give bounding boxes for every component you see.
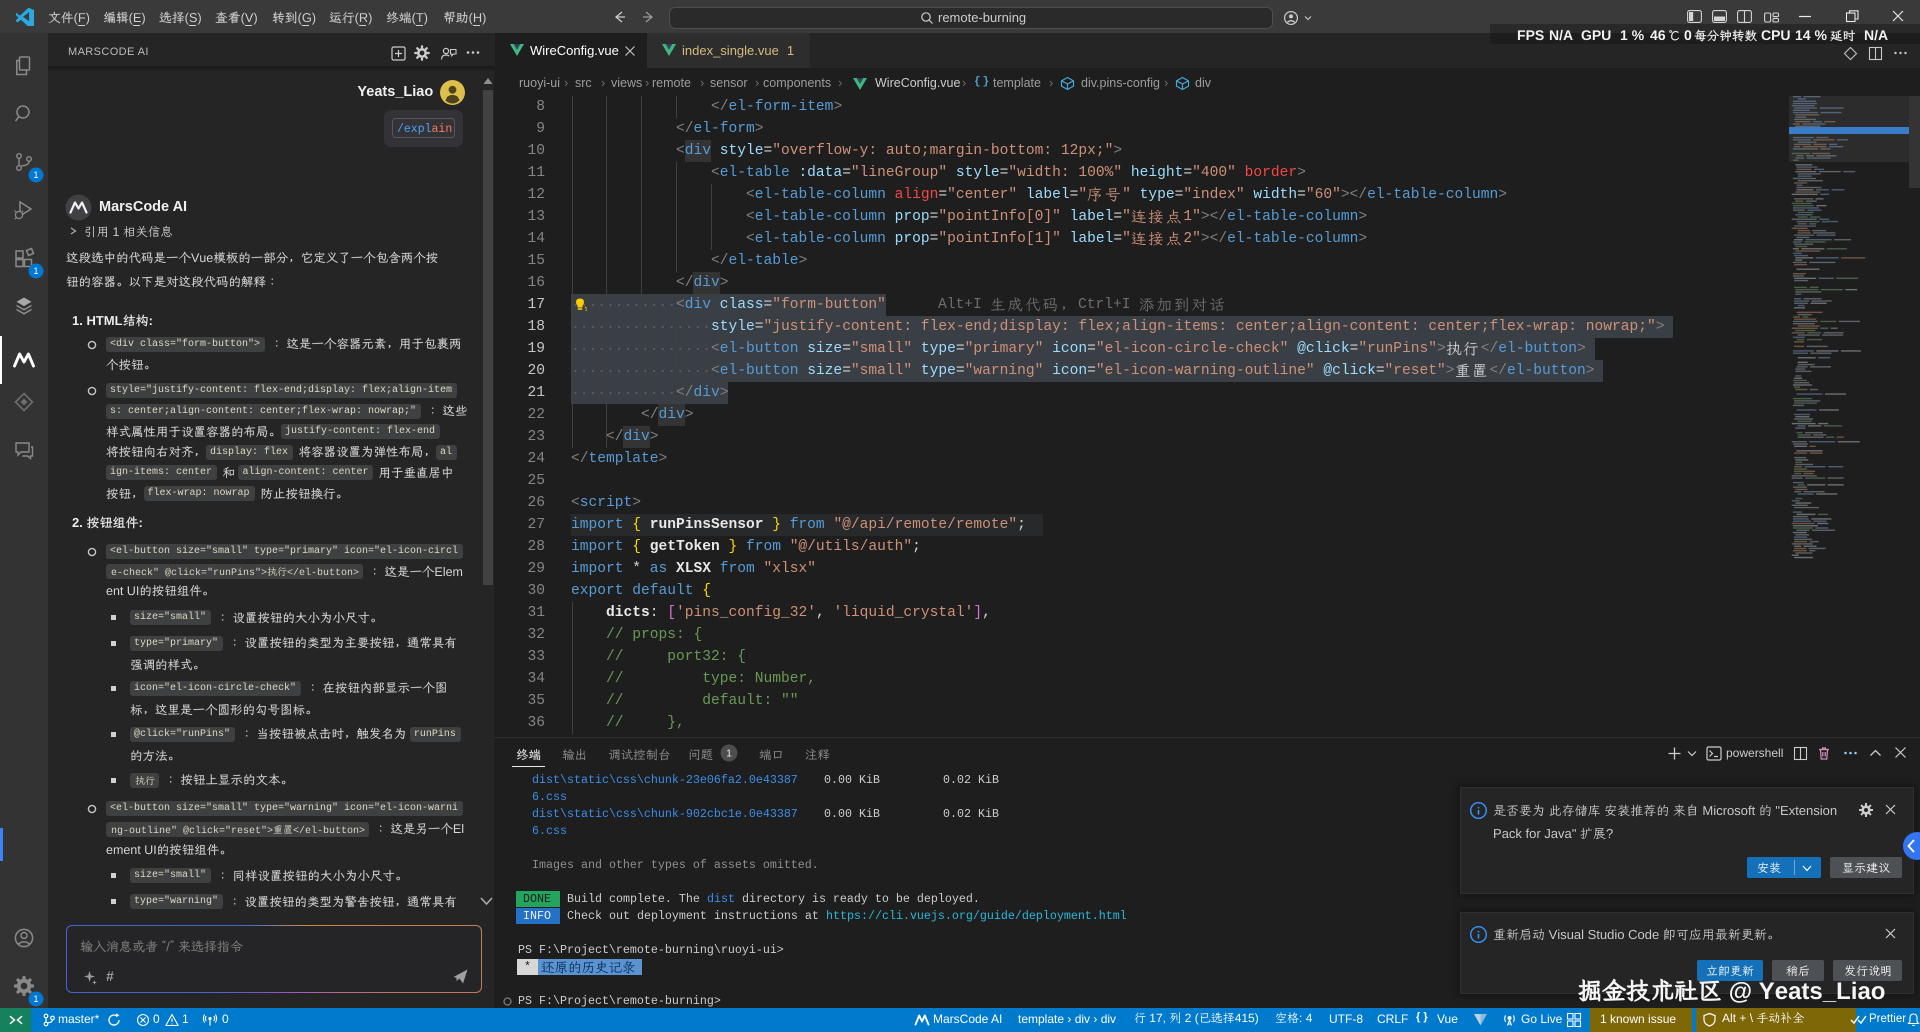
svg-text:1: 1 [726, 749, 732, 760]
